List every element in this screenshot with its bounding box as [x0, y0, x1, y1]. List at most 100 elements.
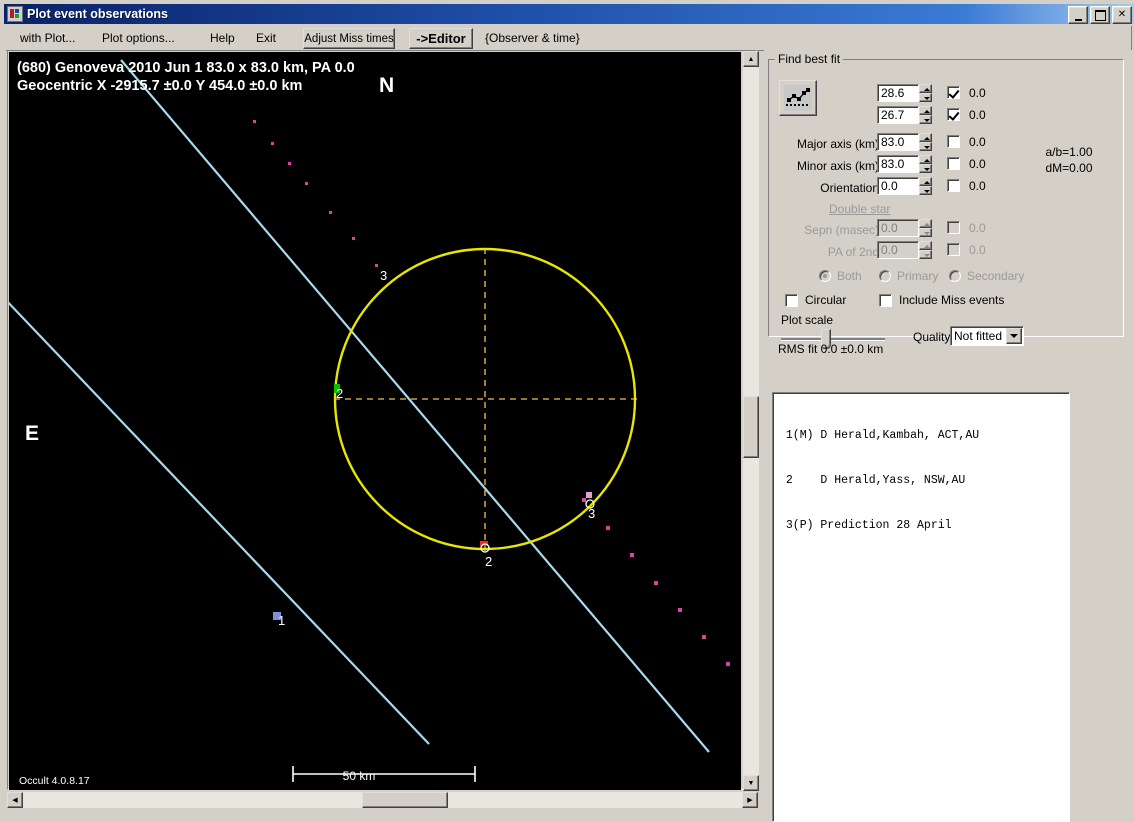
center-x-sigma: 0.0	[969, 86, 986, 100]
quality-label: Quality	[913, 330, 951, 344]
magnitude-drop-value: dM=0.00	[1045, 161, 1093, 175]
hscroll-left-button[interactable]: ◀	[7, 792, 23, 808]
pa-of-2nd-input[interactable]: 0.0	[877, 241, 919, 259]
minor-axis-input[interactable]: 83.0	[877, 155, 919, 173]
include-miss-checkbox[interactable]	[879, 294, 892, 307]
quality-select[interactable]: Not fitted	[950, 326, 1024, 346]
center-y-checkbox[interactable]	[947, 108, 960, 121]
prediction-point	[630, 553, 634, 557]
separation-input[interactable]: 0.0	[877, 219, 919, 237]
app-icon	[7, 6, 23, 22]
chevron-down-icon[interactable]	[1006, 328, 1022, 344]
orientation-sigma: 0.0	[969, 179, 986, 193]
scale-bar-label: 50 km	[343, 769, 376, 783]
application-window: Plot event observations ✕ with Plot... P…	[0, 0, 1134, 822]
prediction-point	[375, 264, 378, 267]
chart-icon-glyph	[784, 85, 812, 111]
list-item[interactable]: 2 D Herald,Yass, NSW,AU	[779, 473, 1069, 488]
pa-of-2nd-sigma: 0.0	[969, 243, 986, 257]
chord-line-2	[120, 59, 710, 753]
vscroll-thumb[interactable]	[743, 396, 759, 458]
prediction-point	[288, 162, 291, 165]
prediction-track	[253, 120, 730, 666]
version-label: Occult 4.0.8.17	[19, 775, 90, 787]
east-label: E	[25, 422, 39, 445]
include-miss-label: Include Miss events	[899, 293, 1005, 307]
major-axis-input[interactable]: 83.0	[877, 133, 919, 151]
vscroll-down-button[interactable]: ▼	[743, 775, 759, 791]
prediction-point	[678, 608, 682, 612]
menu-item-help[interactable]: Help	[210, 30, 235, 47]
center-x-checkbox[interactable]	[947, 86, 960, 99]
circular-checkbox[interactable]	[785, 294, 798, 307]
orientation-spinner[interactable]	[919, 177, 932, 195]
close-button[interactable]: ✕	[1112, 6, 1132, 24]
menu-item-exit[interactable]: Exit	[256, 30, 276, 47]
observer-time-label: {Observer & time}	[485, 31, 580, 45]
minimize-button[interactable]	[1068, 6, 1088, 24]
center-x-spinner[interactable]	[919, 84, 932, 102]
menu-item-plot-options[interactable]: Plot options...	[102, 30, 175, 47]
prediction-point	[606, 526, 610, 530]
prediction-marker	[586, 492, 592, 498]
prediction-point	[305, 182, 308, 185]
major-axis-checkbox[interactable]	[947, 135, 960, 148]
center-y-input[interactable]: 26.7	[877, 106, 919, 124]
axis-ratio-value: a/b=1.00	[1045, 145, 1093, 159]
prediction-point	[726, 662, 730, 666]
chord-label-2a: 2	[336, 386, 343, 401]
radio-primary-label: Primary	[897, 269, 939, 283]
prediction-point	[582, 498, 586, 502]
prediction-point	[329, 211, 332, 214]
radio-primary[interactable]	[879, 270, 891, 282]
axis-ratio-info: a/b=1.00 dM=0.00	[1021, 144, 1117, 176]
adjust-miss-times-button[interactable]: Adjust Miss times	[303, 28, 395, 49]
fit-chart-icon[interactable]	[779, 80, 817, 116]
hscroll-right-button[interactable]: ▶	[742, 792, 758, 808]
plot-panel: (680) Genoveva 2010 Jun 1 83.0 x 83.0 km…	[7, 50, 759, 808]
plot-horizontal-scrollbar[interactable]: ◀ ▶	[7, 792, 758, 808]
rms-fit-label: RMS fit 0.0 ±0.0 km	[778, 342, 884, 356]
center-y-spinner[interactable]	[919, 106, 932, 124]
separation-checkbox[interactable]	[947, 221, 960, 234]
plot-border: (680) Genoveva 2010 Jun 1 83.0 x 83.0 km…	[7, 50, 759, 791]
major-axis-sigma: 0.0	[969, 135, 986, 149]
north-label: N	[379, 74, 394, 97]
major-axis-label: Major axis (km)	[796, 137, 879, 151]
double-star-link[interactable]: Double star	[829, 202, 890, 216]
pa-of-2nd-checkbox[interactable]	[947, 243, 960, 256]
menu-bar: with Plot... Plot options... Help Exit A…	[6, 26, 1132, 51]
vscroll-up-button[interactable]: ▲	[743, 51, 759, 67]
minor-axis-spinner[interactable]	[919, 155, 932, 173]
window-title: Plot event observations	[27, 7, 169, 21]
chord-line-1	[9, 301, 430, 745]
pa-of-2nd-spinner[interactable]	[919, 241, 932, 259]
event-markers	[273, 384, 595, 620]
center-y-sigma: 0.0	[969, 108, 986, 122]
list-item[interactable]: 1(M) D Herald,Kambah, ACT,AU	[779, 428, 1069, 443]
plot-scale-label: Plot scale	[781, 313, 834, 327]
major-axis-spinner[interactable]	[919, 133, 932, 151]
radio-secondary[interactable]	[949, 270, 961, 282]
list-item[interactable]: 3(P) Prediction 28 April	[779, 518, 1069, 533]
scale-bar	[292, 766, 476, 782]
orientation-label: Orientation	[820, 181, 879, 195]
radio-both[interactable]	[819, 270, 831, 282]
hscroll-thumb[interactable]	[362, 792, 448, 808]
minor-axis-checkbox[interactable]	[947, 157, 960, 170]
plot-vertical-scrollbar[interactable]: ▲ ▼	[743, 51, 759, 791]
plot-scale-track[interactable]	[781, 338, 885, 340]
center-x-input[interactable]: 28.6	[877, 84, 919, 102]
editor-button[interactable]: ->Editor	[409, 28, 473, 49]
pa-of-2nd-label: PA of 2nd	[827, 245, 879, 259]
chord-lines	[9, 59, 710, 753]
plot-canvas[interactable]: (680) Genoveva 2010 Jun 1 83.0 x 83.0 km…	[9, 52, 741, 790]
maximize-button[interactable]	[1090, 6, 1110, 24]
prediction-point	[271, 142, 274, 145]
observation-list[interactable]: 1(M) D Herald,Kambah, ACT,AU 2 D Herald,…	[772, 392, 1070, 822]
orientation-input[interactable]: 0.0	[877, 177, 919, 195]
separation-spinner[interactable]	[919, 219, 932, 237]
menu-item-with-plot[interactable]: with Plot...	[20, 30, 75, 47]
orientation-checkbox[interactable]	[947, 179, 960, 192]
plot-header-line1: (680) Genoveva 2010 Jun 1 83.0 x 83.0 km…	[17, 60, 355, 76]
